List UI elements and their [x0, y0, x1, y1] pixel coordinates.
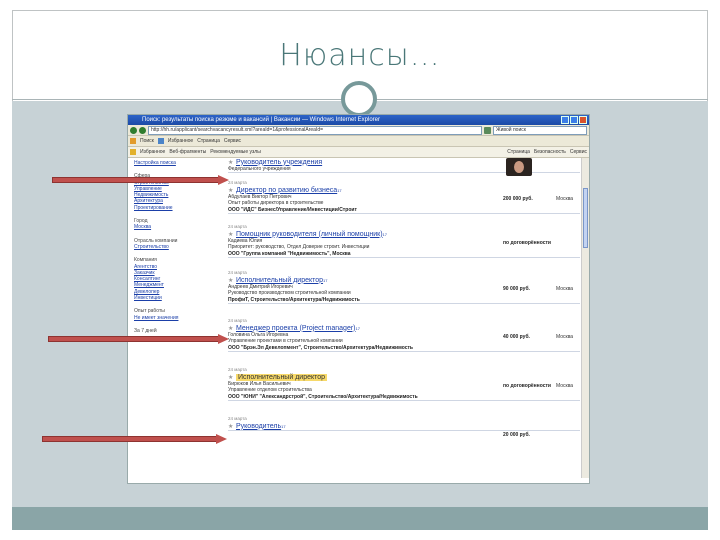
vacancy-item: ★ Руководитель учреждения Федерального учр… — [228, 158, 580, 176]
arrow-head-icon — [218, 175, 229, 185]
vacancy-count: 17 — [323, 277, 328, 283]
toolbar-item[interactable]: Избранное — [168, 138, 193, 144]
vacancy-count: 17 — [281, 423, 286, 429]
vacancy-company: ООО "ЮНИ" "Александрстрой", Строительств… — [228, 393, 418, 400]
circle-ornament-icon — [341, 81, 377, 117]
close-icon[interactable] — [579, 116, 587, 124]
vacancy-item: 24 марта ★ Исполнительный директор Бирюков … — [228, 367, 580, 401]
back-icon[interactable] — [130, 126, 137, 134]
vacancy-city: Москва — [556, 334, 574, 340]
vacancy-city: Москва — [556, 286, 574, 292]
pointer-arrow — [48, 336, 220, 342]
star-icon[interactable] — [157, 138, 164, 144]
home-icon[interactable] — [130, 149, 136, 155]
avatar — [506, 158, 532, 176]
vacancy-count: 17 — [355, 325, 360, 331]
scrollbar[interactable] — [581, 158, 589, 478]
slide-title: Нюансы… — [279, 38, 441, 73]
toolbar-item[interactable]: Сервис — [224, 138, 241, 144]
scroll-thumb[interactable] — [583, 188, 588, 248]
window-title: Поиск: результаты поиска резюме и ваканс… — [142, 117, 381, 123]
vacancy-count: 17 — [337, 187, 342, 193]
star-icon[interactable]: ★ — [228, 325, 236, 332]
minimize-icon[interactable] — [561, 116, 569, 124]
web-page: Настройка поискаСфераСтроительствоУправл… — [128, 158, 589, 478]
vacancy-count: 17 — [382, 231, 387, 237]
maximize-icon[interactable] — [570, 116, 578, 124]
pointer-arrow — [52, 177, 220, 183]
vacancy-salary: по договорённости — [503, 383, 551, 389]
vacancy-title-link[interactable]: Помощник руководителя (личный помощник) — [236, 231, 383, 238]
links-bar: Избранное Веб-фрагменты Рекомендуемые уз… — [128, 147, 589, 158]
footer-bar — [12, 507, 708, 530]
vacancy-item: 24 марта ★ Менеджер проекта (Project manag… — [228, 318, 580, 352]
vacancy-title-link[interactable]: Менеджер проекта (Project manager) — [236, 325, 356, 332]
star-icon[interactable]: ★ — [228, 231, 236, 238]
links-item[interactable]: Веб-фрагменты — [169, 149, 206, 155]
window-controls — [561, 116, 587, 124]
arrow-head-icon — [218, 334, 229, 344]
links-item[interactable]: Безопасность — [534, 149, 566, 155]
vacancy-salary: по договорённости — [503, 240, 551, 246]
vacancy-item: 24 марта ★ Директор по развитию бизнеса 17 А… — [228, 180, 580, 214]
star-icon[interactable]: ★ — [228, 159, 236, 166]
forward-icon[interactable] — [139, 126, 146, 134]
vacancy-title-link[interactable]: Руководитель — [236, 423, 281, 430]
vacancy-title-link[interactable]: Исполнительный директор — [236, 277, 323, 284]
vacancy-detail: Федерального учреждения — [228, 166, 291, 172]
favorites-icon[interactable] — [130, 138, 136, 144]
toolbar-item[interactable]: Страница — [197, 138, 220, 144]
sidebar-item: За 7 дней — [134, 327, 157, 334]
vacancy-company: ООО "Брэн.Эл Девелопмент", Строительство… — [228, 344, 414, 351]
vacancy-title-link[interactable]: Директор по развитию бизнеса — [236, 187, 337, 194]
vacancy-city: Москва — [556, 196, 574, 202]
vacancy-salary: 200 000 руб. — [503, 196, 533, 202]
vacancy-salary: 40 000 руб. — [503, 334, 530, 340]
filter-sidebar: Настройка поискаСфераСтроительствоУправл… — [134, 160, 226, 334]
vacancy-title-link[interactable]: Руководитель учреждения — [236, 159, 322, 166]
go-icon[interactable] — [484, 126, 491, 134]
pointer-arrow — [42, 436, 218, 442]
search-input[interactable]: Живой поиск — [493, 125, 587, 135]
toolbar-item[interactable]: Поиск — [140, 138, 154, 144]
links-item[interactable]: Рекомендуемые узлы — [210, 149, 261, 155]
star-icon[interactable]: ★ — [228, 374, 236, 381]
vacancy-item: 24 марта ★ Исполнительный директор 17 Андрее… — [228, 270, 580, 304]
browser-toolbar: Поиск Избранное Страница Сервис — [128, 136, 589, 147]
star-icon[interactable]: ★ — [228, 277, 236, 284]
links-item[interactable]: Сервис — [570, 149, 587, 155]
url-input[interactable]: http://hh.ru/applicant/searchvacancyresu… — [148, 125, 482, 135]
vacancy-title-link[interactable]: Исполнительный директор — [236, 373, 328, 381]
browser-screenshot: Поиск: результаты поиска резюме и ваканс… — [127, 114, 590, 484]
arrow-head-icon — [216, 434, 227, 444]
vacancy-salary: 90 000 руб. — [503, 286, 530, 292]
vacancy-city: Москва — [556, 383, 574, 389]
links-item[interactable]: Избранное — [140, 149, 165, 155]
star-icon[interactable]: ★ — [228, 423, 236, 430]
star-icon[interactable]: ★ — [228, 187, 236, 194]
vacancy-salary: 20 000 руб. — [503, 432, 530, 438]
vacancy-company: ООО "Группа компаний "Недвижимость", Мос… — [228, 250, 351, 257]
links-item[interactable]: Страница — [507, 149, 530, 155]
vacancy-company: ПрофиТ, Строительство/Архитектура/Недвиж… — [228, 296, 360, 303]
vacancy-item: 24 марта ★ Руководитель 17 20 000 руб. — [228, 416, 580, 438]
address-bar: http://hh.ru/applicant/searchvacancyresu… — [128, 125, 589, 136]
browser-titlebar: Поиск: результаты поиска резюме и ваканс… — [128, 115, 589, 125]
vacancy-item: 24 марта ★ Помощник руководителя (личный п… — [228, 224, 580, 258]
vacancy-company: ООО "ИДС" Бизнес/Управление/Инвестиции/С… — [228, 206, 357, 213]
